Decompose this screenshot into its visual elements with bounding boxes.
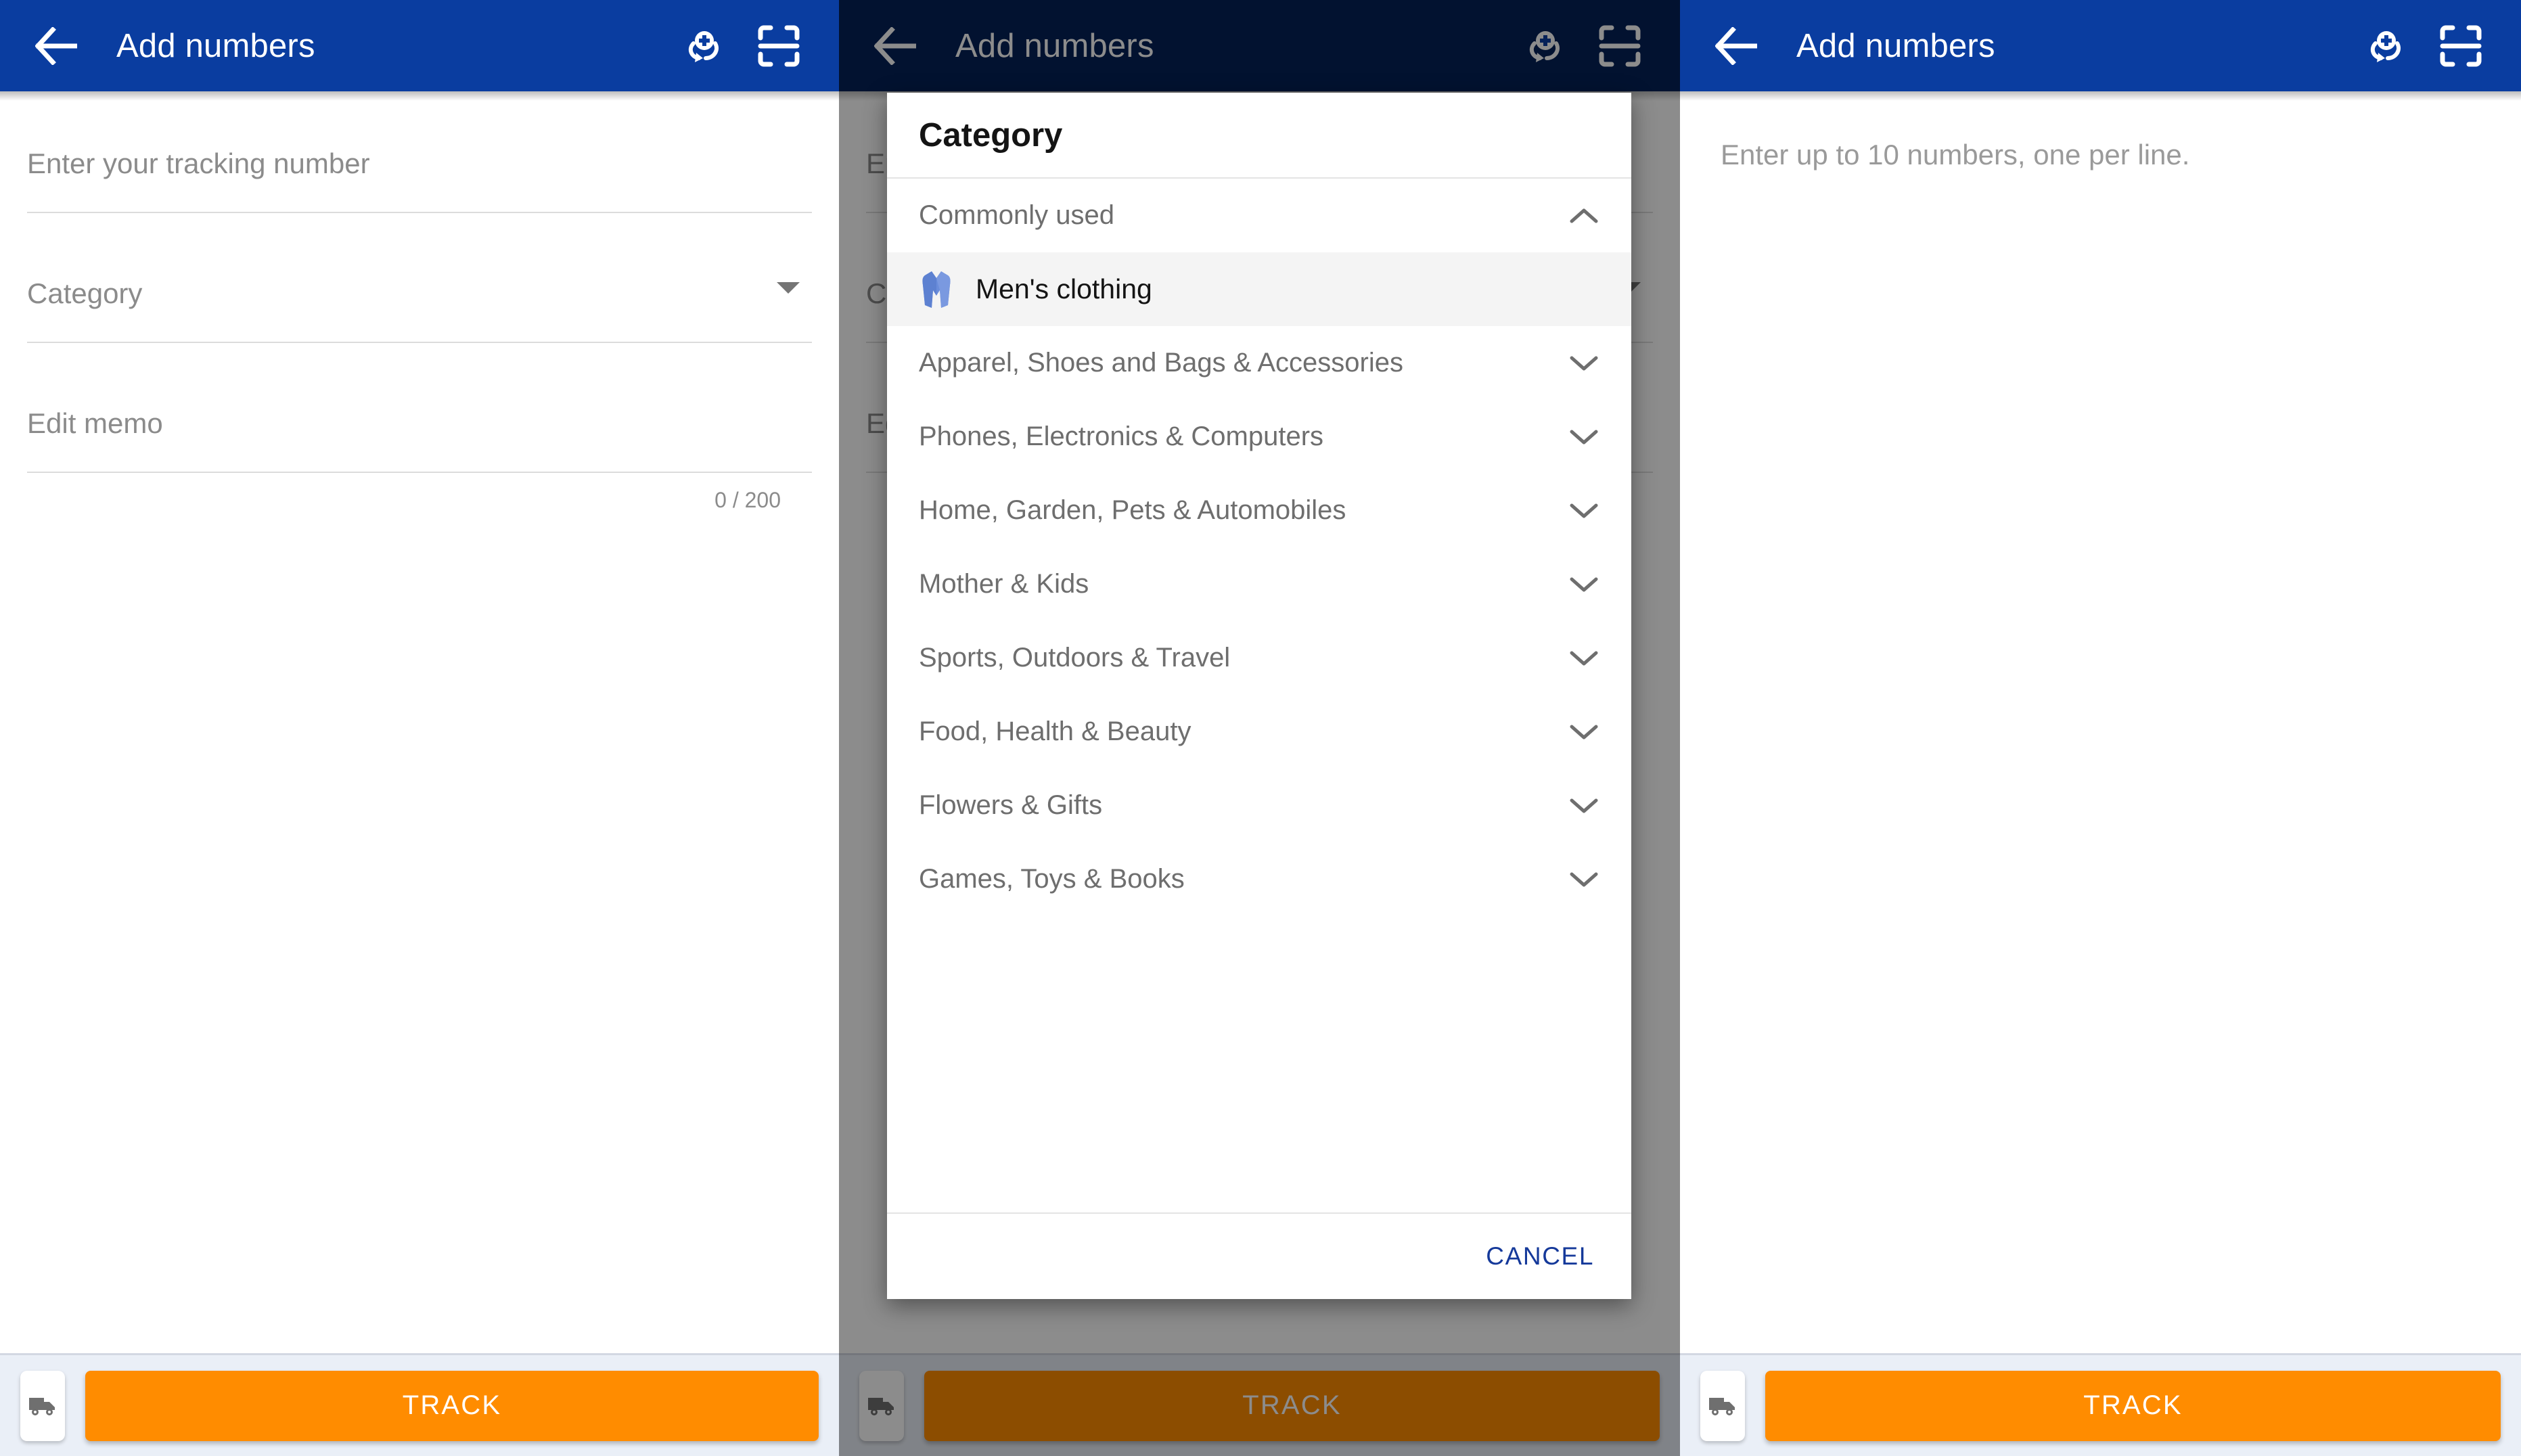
barcode-scan-icon[interactable]	[750, 17, 808, 75]
category-dialog: Category Commonly used Men's clothing Ap…	[887, 93, 1631, 1299]
category-item-label: Men's clothing	[976, 273, 1152, 304]
dialog-footer: CANCEL	[887, 1212, 1631, 1299]
dialog-title: Category	[919, 116, 1063, 154]
dialog-header: Category	[887, 93, 1631, 179]
category-group-label: Phones, Electronics & Computers	[919, 422, 1324, 451]
page-title: Add numbers	[116, 27, 315, 64]
category-select[interactable]: Category	[27, 275, 812, 343]
tracking-number-input[interactable]: Enter your tracking number	[27, 145, 812, 213]
memo-input[interactable]: Edit memo	[27, 405, 812, 473]
multiline-placeholder: Enter up to 10 numbers, one per line.	[1721, 139, 2190, 170]
category-group-label: Home, Garden, Pets & Automobiles	[919, 495, 1346, 525]
batch-add-icon[interactable]	[674, 17, 732, 75]
page-title: Add numbers	[1796, 27, 1995, 64]
screen-multiline-entry: Add numbers Enter up to 10 numbers, one …	[1680, 0, 2521, 1456]
memo-placeholder: Edit memo	[27, 407, 163, 439]
bottom-action-bar: TRACK	[1680, 1353, 2521, 1456]
batch-add-icon[interactable]	[2356, 17, 2414, 75]
category-group-phones-electronics[interactable]: Phones, Electronics & Computers	[887, 400, 1631, 474]
back-button[interactable]	[1711, 21, 1761, 71]
bottom-action-bar: TRACK	[0, 1353, 839, 1456]
chevron-down-icon	[1568, 575, 1599, 594]
category-group-flowers-gifts[interactable]: Flowers & Gifts	[887, 769, 1631, 842]
cancel-button[interactable]: CANCEL	[1480, 1234, 1599, 1279]
multiline-body: Enter up to 10 numbers, one per line.	[1680, 91, 2521, 1456]
screen-add-numbers-form: Add numbers Enter your tracking number C…	[0, 0, 839, 1456]
app-bar: Add numbers	[0, 0, 839, 91]
back-button[interactable]	[31, 21, 81, 71]
category-group-label: Sports, Outdoors & Travel	[919, 643, 1231, 673]
track-button[interactable]: TRACK	[85, 1370, 819, 1441]
chevron-down-icon	[1568, 501, 1599, 520]
chevron-down-icon	[1568, 796, 1599, 815]
tracking-number-placeholder: Enter your tracking number	[27, 147, 370, 179]
category-section-commonly-used[interactable]: Commonly used	[887, 179, 1631, 252]
track-button[interactable]: TRACK	[1765, 1370, 2501, 1441]
memo-char-counter: 0 / 200	[714, 488, 781, 512]
delivery-truck-icon[interactable]	[20, 1370, 65, 1441]
chevron-up-icon	[1568, 206, 1599, 225]
delivery-truck-icon[interactable]	[1700, 1370, 1745, 1441]
chevron-down-icon	[1568, 870, 1599, 889]
app-bar: Add numbers	[1680, 0, 2521, 91]
barcode-scan-icon[interactable]	[2432, 17, 2490, 75]
category-group-label: Mother & Kids	[919, 569, 1089, 599]
multiline-input[interactable]: Enter up to 10 numbers, one per line.	[1680, 91, 2521, 171]
category-group-food-health-beauty[interactable]: Food, Health & Beauty	[887, 695, 1631, 769]
category-item-mens-clothing[interactable]: Men's clothing	[887, 252, 1631, 326]
category-placeholder: Category	[27, 277, 143, 309]
category-group-apparel[interactable]: Apparel, Shoes and Bags & Accessories	[887, 326, 1631, 400]
category-group-label: Food, Health & Beauty	[919, 716, 1191, 746]
chevron-down-icon	[1568, 723, 1599, 742]
screenshot-triptych: Add numbers Enter your tracking number C…	[0, 0, 2521, 1456]
category-group-home-garden[interactable]: Home, Garden, Pets & Automobiles	[887, 474, 1631, 547]
chevron-down-icon	[777, 282, 800, 294]
tracking-form: Enter your tracking number Category Edit…	[0, 91, 839, 513]
chevron-down-icon	[1568, 428, 1599, 447]
category-group-games-toys-books[interactable]: Games, Toys & Books	[887, 842, 1631, 916]
screen-category-dialog: Add numbers TRACK Category Commonly used…	[839, 0, 1680, 1456]
category-group-sports-outdoors[interactable]: Sports, Outdoors & Travel	[887, 621, 1631, 695]
coat-icon	[919, 270, 954, 309]
chevron-down-icon	[1568, 354, 1599, 373]
category-group-label: Games, Toys & Books	[919, 864, 1185, 894]
chevron-down-icon	[1568, 649, 1599, 668]
form-body: Enter your tracking number Category Edit…	[0, 91, 839, 1456]
category-list[interactable]: Commonly used Men's clothing Apparel, Sh…	[887, 179, 1631, 1212]
category-group-label: Flowers & Gifts	[919, 790, 1103, 820]
category-section-label: Commonly used	[919, 200, 1115, 230]
category-group-mother-kids[interactable]: Mother & Kids	[887, 547, 1631, 621]
category-group-label: Apparel, Shoes and Bags & Accessories	[919, 348, 1403, 378]
